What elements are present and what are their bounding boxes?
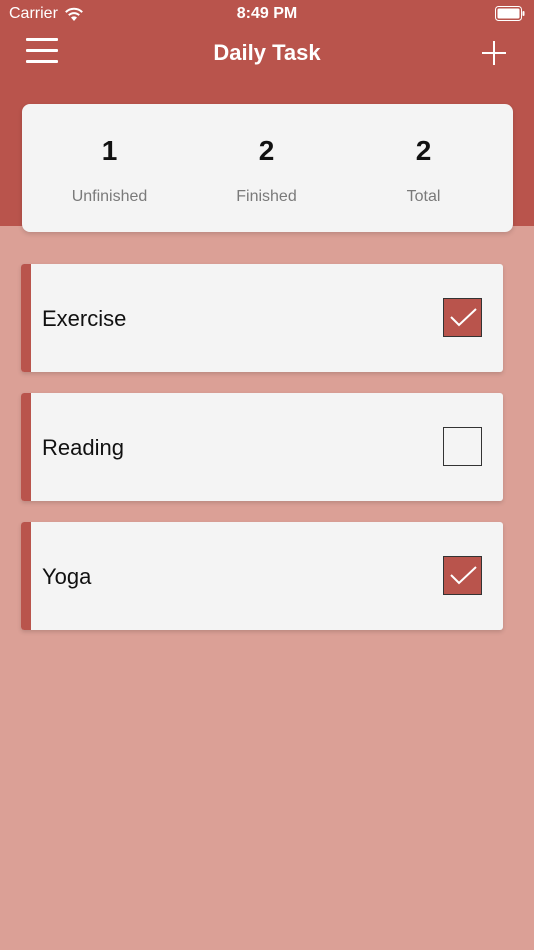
total-stat: 2 Total xyxy=(342,104,505,232)
unfinished-count: 1 xyxy=(101,135,118,166)
checkmark-icon xyxy=(450,308,477,327)
summary-card: 1 Unfinished 2 Finished 2 Total xyxy=(22,104,513,232)
finished-stat: 2 Finished xyxy=(185,104,348,232)
task-name: Reading xyxy=(42,435,124,460)
unfinished-label: Unfinished xyxy=(71,188,148,205)
task-item-exercise[interactable]: Exercise xyxy=(21,264,503,372)
task-item-reading[interactable]: Reading xyxy=(21,393,503,501)
task-checkbox[interactable] xyxy=(443,427,482,466)
finished-count: 2 xyxy=(258,135,275,166)
total-label: Total xyxy=(406,188,441,205)
total-count: 2 xyxy=(415,135,432,166)
finished-label: Finished xyxy=(236,188,297,205)
task-item-yoga[interactable]: Yoga xyxy=(21,522,503,630)
task-name: Exercise xyxy=(42,306,127,331)
navigation-bar: Daily Task xyxy=(0,30,534,78)
page-title: Daily Task xyxy=(213,40,321,65)
battery-icon xyxy=(495,6,525,21)
unfinished-stat: 1 Unfinished xyxy=(28,104,191,232)
status-bar: Carrier 8:49 PM xyxy=(0,0,534,28)
status-time: 8:49 PM xyxy=(236,5,298,22)
task-name: Yoga xyxy=(42,564,92,589)
task-checkbox[interactable] xyxy=(443,298,482,337)
task-accent-bar xyxy=(21,264,31,372)
task-checkbox[interactable] xyxy=(443,556,482,595)
task-accent-bar xyxy=(21,522,31,630)
task-accent-bar xyxy=(21,393,31,501)
checkmark-icon xyxy=(450,566,477,585)
add-task-icon[interactable] xyxy=(480,39,508,67)
